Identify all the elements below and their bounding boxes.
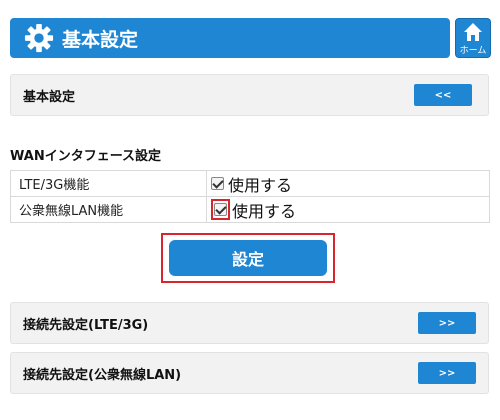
basic-settings-bar: 基本設定 <<	[10, 74, 489, 116]
public-wlan-function-option: 使用する	[206, 196, 490, 223]
public-wlan-destination-bar[interactable]: 接続先設定(公衆無線LAN) >>	[10, 352, 489, 394]
public-wlan-function-label: 公衆無線LAN機能	[10, 196, 207, 223]
lte-3g-destination-label: 接続先設定(LTE/3G)	[23, 317, 149, 333]
wan-interface-heading: WANインタフェース設定	[10, 149, 162, 164]
submit-highlight: 設定	[161, 233, 335, 283]
expand-lte-3g-button[interactable]: >>	[418, 312, 476, 334]
collapse-button[interactable]: <<	[414, 84, 472, 106]
table-row: LTE/3G機能 使用する	[10, 170, 490, 197]
home-icon	[464, 23, 482, 41]
page-header: 基本設定	[10, 18, 450, 58]
lte-3g-destination-bar[interactable]: 接続先設定(LTE/3G) >>	[10, 302, 489, 344]
lte-3g-use-checkbox[interactable]	[211, 177, 224, 190]
settings-submit-button[interactable]: 設定	[169, 240, 327, 276]
home-button[interactable]: ホーム	[455, 18, 491, 58]
public-wlan-use-label: 使用する	[232, 201, 297, 221]
expand-public-wlan-button[interactable]: >>	[418, 362, 476, 384]
page-title: 基本設定	[62, 28, 139, 51]
lte-3g-use-label: 使用する	[228, 175, 293, 195]
basic-settings-label: 基本設定	[23, 89, 76, 105]
gear-icon	[24, 23, 54, 53]
public-wlan-destination-label: 接続先設定(公衆無線LAN)	[23, 367, 182, 383]
home-button-label: ホーム	[459, 46, 487, 56]
public-wlan-use-checkbox[interactable]	[214, 203, 227, 216]
lte-3g-function-label: LTE/3G機能	[10, 170, 207, 197]
table-row: 公衆無線LAN機能 使用する	[10, 196, 490, 223]
lte-3g-function-option: 使用する	[206, 170, 490, 197]
wan-settings-table: LTE/3G機能 使用する 公衆無線LAN機能 使用する	[10, 170, 490, 223]
checkbox-highlight	[211, 199, 230, 220]
